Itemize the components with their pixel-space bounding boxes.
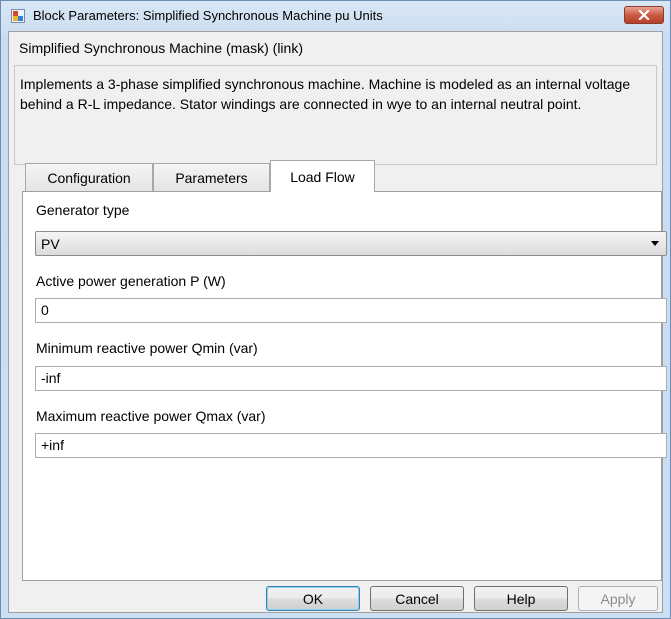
cancel-button-label: Cancel [395,590,439,607]
qmin-label: Minimum reactive power Qmin (var) [36,340,258,356]
help-button[interactable]: Help [474,586,568,611]
title-bar[interactable]: Block Parameters: Simplified Synchronous… [1,1,670,31]
chevron-down-icon [651,241,659,246]
active-power-label: Active power generation P (W) [36,273,226,289]
tab-parameters[interactable]: Parameters [153,163,270,191]
qmin-field[interactable]: -inf [35,366,667,391]
close-icon [638,10,650,20]
window-title: Block Parameters: Simplified Synchronous… [33,8,383,23]
block-name: Simplified Synchronous Machine (mask) (l… [19,40,303,56]
tab-label: Parameters [175,169,248,186]
load-flow-panel: Generator type PV Active power generatio… [22,191,667,581]
tab-load-flow[interactable]: Load Flow [270,160,375,192]
tab-label: Load Flow [290,168,355,185]
block-parameters-dialog: Block Parameters: Simplified Synchronous… [0,0,671,619]
qmax-label: Maximum reactive power Qmax (var) [36,408,266,424]
qmax-field[interactable]: +inf [35,433,667,458]
generator-type-value: PV [41,236,60,252]
close-button[interactable] [624,6,664,24]
ok-button-label: OK [302,590,324,607]
block-parameters-icon [11,9,25,23]
active-power-field[interactable]: 0 [35,298,667,323]
ok-button[interactable]: OK [266,586,360,611]
tab-label: Configuration [47,169,131,186]
block-description: Implements a 3-phase simplified synchron… [20,76,631,112]
apply-button[interactable]: Apply [578,586,658,611]
dialog-body: Simplified Synchronous Machine (mask) (l… [8,31,667,613]
apply-button-label: Apply [600,590,636,607]
generator-type-label: Generator type [36,202,130,218]
generator-type-select[interactable]: PV [35,231,667,256]
cancel-button[interactable]: Cancel [370,586,464,611]
help-button-label: Help [506,590,536,607]
tab-configuration[interactable]: Configuration [25,163,153,191]
